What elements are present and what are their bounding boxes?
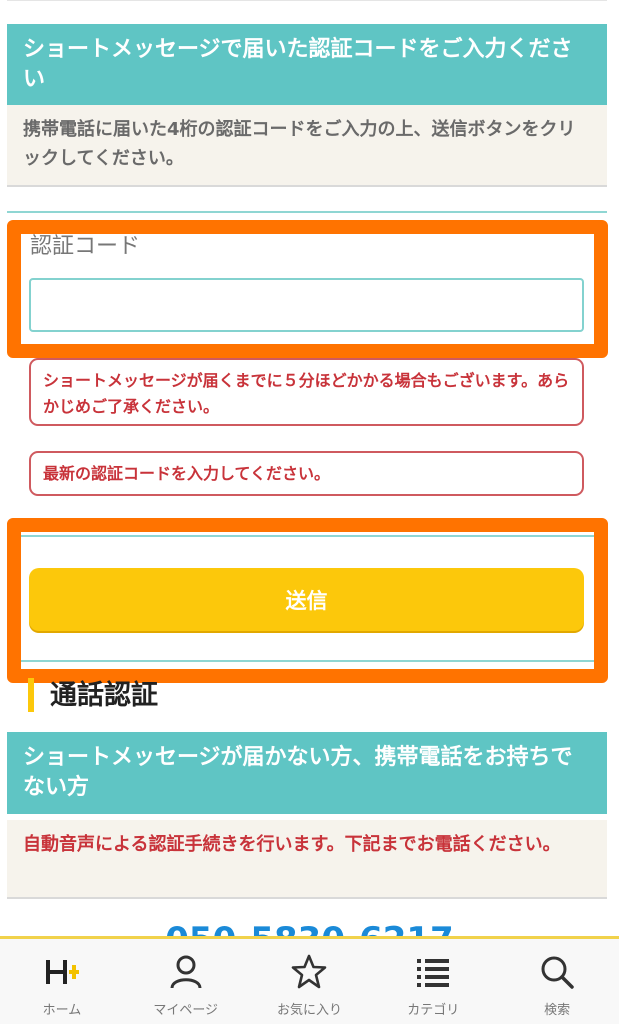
list-icon	[417, 959, 450, 987]
tab-favorites[interactable]: お気に入り	[248, 939, 372, 1024]
tab-mypage[interactable]: マイページ	[124, 939, 248, 1024]
highlight-box-send	[7, 518, 608, 683]
tab-label: ホーム	[42, 1003, 82, 1018]
bottom-tab-bar: ホーム マイページ お気に入り カテゴリ 検索	[0, 936, 619, 1024]
sms-section-header: ショートメッセージで届いた認証コードをご入力ください	[7, 24, 607, 106]
top-divider	[7, 0, 607, 1]
tab-label: お気に入り	[276, 1003, 342, 1018]
notice-latest-code: 最新の認証コードを入力してください。	[29, 451, 584, 496]
voice-section-header: ショートメッセージが届かない方、携帯電話をお持ちでない方	[7, 732, 607, 814]
tab-label: カテゴリ	[407, 1003, 460, 1018]
home-logo-icon	[45, 960, 79, 984]
tab-label: 検索	[544, 1003, 571, 1018]
tab-category[interactable]: カテゴリ	[371, 939, 495, 1024]
divider	[7, 211, 607, 213]
highlight-box-code	[7, 220, 608, 358]
person-icon	[170, 955, 202, 989]
tab-label: マイページ	[153, 1003, 219, 1018]
voice-section-title: 通話認証	[28, 678, 158, 712]
tab-search[interactable]: 検索	[495, 939, 619, 1024]
tab-home[interactable]: ホーム	[0, 939, 124, 1024]
voice-section-description: 自動音声による認証手続きを行います。下記までお電話ください。	[7, 820, 607, 899]
notice-sms-delay: ショートメッセージが届くまでに５分ほどかかる場合もございます。あらかじめご了承く…	[29, 358, 584, 426]
search-icon	[541, 956, 574, 989]
star-icon	[292, 954, 327, 989]
sms-section-description: 携帯電話に届いた4桁の認証コードをご入力の上、送信ボタンをクリックしてください。	[7, 105, 607, 187]
